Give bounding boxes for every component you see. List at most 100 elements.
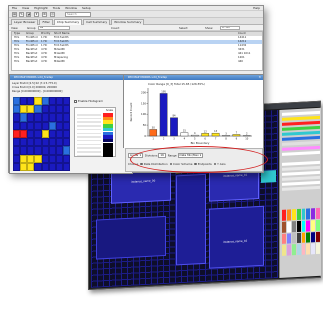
heatmap-cell[interactable]: [34, 129, 42, 139]
table-row[interactable]: HVL BackEnd 4 HC M4width 440: [12, 60, 262, 64]
heatmap-cell[interactable]: [13, 113, 21, 122]
heatmap-cell[interactable]: [62, 129, 70, 139]
heatmap-cell[interactable]: [48, 105, 56, 114]
heatmap-cell[interactable]: [34, 121, 42, 130]
open-icon[interactable]: ▤: [12, 12, 17, 17]
heatmap-cell[interactable]: [20, 97, 28, 106]
heatmap-cell[interactable]: [34, 162, 42, 171]
menu-file[interactable]: File: [12, 6, 17, 11]
heatmap-cell[interactable]: [62, 154, 70, 163]
heatmap-cell[interactable]: [62, 146, 70, 155]
layer-row[interactable]: [282, 150, 320, 156]
heatmap-cell[interactable]: [41, 113, 49, 122]
heatmap-cell[interactable]: [55, 154, 63, 163]
layer-row[interactable]: [282, 180, 320, 186]
heatmap-cell[interactable]: [41, 146, 49, 155]
heatmap-cell[interactable]: [20, 121, 28, 130]
layer-row[interactable]: [282, 135, 320, 141]
layer-row[interactable]: [282, 145, 320, 151]
layer-row[interactable]: [282, 160, 320, 166]
menu-window[interactable]: Window: [65, 6, 77, 11]
color-palette-grid[interactable]: [282, 207, 320, 256]
heatmap-cell[interactable]: [20, 154, 28, 163]
group-select[interactable]: All: [38, 26, 70, 30]
menu-tools[interactable]: Tools: [53, 6, 60, 11]
heatmap-cell[interactable]: [20, 146, 28, 155]
layer-row[interactable]: [282, 125, 320, 131]
show-select[interactable]: 8 - All: [220, 26, 240, 30]
heatmap-cell[interactable]: [27, 138, 35, 147]
heatmap-cell[interactable]: [48, 129, 56, 139]
heatmap-cell[interactable]: [62, 105, 70, 114]
heatmap-cell[interactable]: [41, 121, 49, 130]
heatmap-cell[interactable]: [13, 162, 21, 171]
heatmap-cell[interactable]: [55, 162, 63, 171]
heatmap-cell[interactable]: [27, 97, 35, 106]
heatmap-panel-title[interactable]: DM MAP MODPA vdd_fcsdsp: [10, 75, 132, 80]
heatmap-cell[interactable]: [13, 146, 21, 155]
heatmap-cell[interactable]: [55, 146, 63, 155]
layer-row[interactable]: [282, 130, 320, 136]
heatmap-cell[interactable]: [41, 138, 49, 147]
heatmap-cell[interactable]: [55, 129, 63, 139]
enable-histogram-checkbox[interactable]: Enable Histogram: [74, 99, 103, 103]
heatmap-cell[interactable]: [20, 138, 28, 147]
layer-row[interactable]: [282, 155, 320, 161]
layer-row[interactable]: [282, 165, 320, 171]
heatmap-cell[interactable]: [34, 154, 42, 163]
heatmap-cell[interactable]: [41, 97, 49, 106]
heatmap-grid[interactable]: [13, 97, 70, 171]
settings-icon[interactable]: ⚙: [42, 12, 47, 17]
heatmap-cell[interactable]: [41, 154, 49, 163]
menu-view[interactable]: View: [22, 6, 29, 11]
heatmap-cell[interactable]: [27, 154, 35, 163]
filter-icon[interactable]: ▾: [34, 12, 39, 17]
heatmap-cell[interactable]: [34, 146, 42, 155]
layer-row[interactable]: [282, 185, 320, 191]
heatmap-cell[interactable]: [48, 97, 56, 106]
heatmap-cell[interactable]: [20, 113, 28, 122]
layer-row[interactable]: [282, 170, 320, 176]
heatmap-cell[interactable]: [13, 105, 21, 114]
heatmap-cell[interactable]: [55, 138, 63, 147]
heatmap-cell[interactable]: [27, 121, 35, 130]
heatmap-cell[interactable]: [55, 121, 63, 130]
heatmap-cell[interactable]: [27, 105, 35, 114]
heatmap-cell[interactable]: [48, 138, 56, 147]
heatmap-cell[interactable]: [62, 97, 70, 106]
heatmap-cell[interactable]: [27, 113, 35, 122]
heatmap-cell[interactable]: [48, 162, 56, 171]
heatmap-cell[interactable]: [34, 105, 42, 114]
highlight-icon[interactable]: ◪: [26, 12, 31, 17]
results-table[interactable]: Type Group Priority Short Name Count HVL…: [11, 31, 263, 71]
heatmap-cell[interactable]: [13, 154, 21, 163]
zoom-icon[interactable]: ◎: [50, 12, 55, 17]
save-icon[interactable]: ✎: [19, 12, 24, 17]
menu-setup[interactable]: Setup: [82, 6, 91, 11]
heatmap-cell[interactable]: [55, 113, 63, 122]
heatmap-cell[interactable]: [20, 105, 28, 114]
search-input[interactable]: Search: [65, 12, 91, 17]
heatmap-cell[interactable]: [34, 113, 42, 122]
heatmap-cell[interactable]: [48, 113, 56, 122]
heatmap-cell[interactable]: [27, 162, 35, 171]
checkbox-box[interactable]: [74, 99, 77, 103]
heatmap-cell[interactable]: [20, 129, 28, 139]
scale-row[interactable]: [77, 153, 115, 158]
heatmap-cell[interactable]: [55, 105, 63, 114]
layer-row[interactable]: [282, 175, 320, 181]
heatmap-cell[interactable]: [34, 97, 42, 106]
heatmap-cell[interactable]: [13, 138, 21, 147]
heatmap-cell[interactable]: [13, 129, 21, 139]
heatmap-cell[interactable]: [41, 162, 49, 171]
heatmap-cell[interactable]: [62, 138, 70, 147]
heatmap-cell[interactable]: [48, 154, 56, 163]
heatmap-cell[interactable]: [48, 146, 56, 155]
heatmap-cell[interactable]: [27, 146, 35, 155]
layer-row[interactable]: [282, 115, 320, 121]
layer-row[interactable]: [282, 120, 320, 126]
heatmap-cell[interactable]: [20, 162, 28, 171]
heatmap-cell[interactable]: [13, 97, 21, 106]
layer-row[interactable]: [282, 140, 320, 146]
menu-highlight[interactable]: Highlight: [34, 6, 48, 11]
